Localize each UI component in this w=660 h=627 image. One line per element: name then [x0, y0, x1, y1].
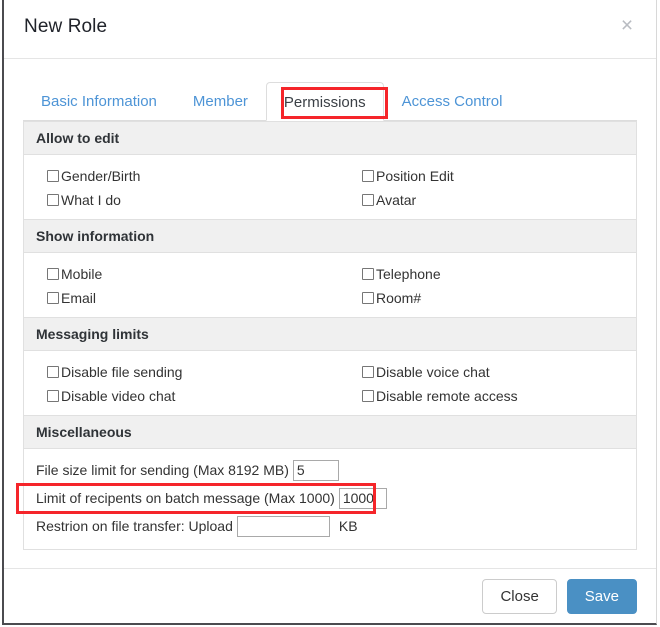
checkbox-box-icon[interactable] — [362, 365, 374, 378]
section-content: Mobile Telephone Email Room# — [24, 253, 636, 317]
checkbox-label: Disable remote access — [376, 387, 518, 404]
permissions-panel: Allow to edit Gender/Birth Position Edit… — [4, 121, 656, 568]
close-icon[interactable]: × — [614, 13, 640, 39]
checkbox-email[interactable]: Email — [24, 287, 339, 308]
checkbox-box-icon[interactable] — [47, 365, 59, 378]
batch-message-limit-input[interactable] — [338, 487, 387, 509]
dialog-header: New Role × — [4, 0, 656, 59]
row-file-size-limit: File size limit for sending (Max 8192 MB… — [24, 456, 636, 484]
page-title: New Role — [24, 16, 108, 37]
checkbox-box-icon[interactable] — [47, 267, 59, 280]
tab-bar: Basic Information Member Permissions Acc… — [23, 80, 637, 121]
checkbox-box-icon[interactable] — [362, 193, 374, 206]
checkbox-box-icon[interactable] — [47, 389, 59, 402]
checkbox-room-number[interactable]: Room# — [339, 287, 636, 308]
checkbox-what-i-do[interactable]: What I do — [24, 189, 339, 210]
file-transfer-upload-input[interactable] — [236, 515, 330, 537]
file-size-limit-label: File size limit for sending (Max 8192 MB… — [36, 462, 289, 478]
checkbox-label: Position Edit — [376, 167, 454, 184]
section-allow-to-edit: Allow to edit Gender/Birth Position Edit… — [23, 121, 637, 219]
checkbox-grid: Gender/Birth Position Edit What I do Ava… — [24, 165, 636, 210]
checkbox-label: Disable file sending — [61, 363, 183, 380]
checkbox-telephone[interactable]: Telephone — [339, 263, 636, 284]
checkbox-box-icon[interactable] — [47, 291, 59, 304]
checkbox-label: Mobile — [61, 265, 103, 282]
section-miscellaneous: Miscellaneous File size limit for sendin… — [23, 415, 637, 550]
batch-message-limit-label: Limit of recipents on batch message (Max… — [36, 490, 335, 506]
tab-access-control[interactable]: Access Control — [384, 81, 521, 120]
row-batch-message-limit: Limit of recipents on batch message (Max… — [24, 484, 636, 512]
section-title: Messaging limits — [24, 318, 636, 351]
checkbox-label: Email — [61, 289, 97, 306]
checkbox-box-icon[interactable] — [47, 193, 59, 206]
checkbox-mobile[interactable]: Mobile — [24, 263, 339, 284]
checkbox-label: Telephone — [376, 265, 441, 282]
checkbox-label: Room# — [376, 289, 422, 306]
section-content: File size limit for sending (Max 8192 MB… — [24, 449, 636, 549]
section-title: Show information — [24, 220, 636, 253]
section-show-information: Show information Mobile Telephone Email — [23, 219, 637, 317]
checkbox-grid: Mobile Telephone Email Room# — [24, 263, 636, 308]
section-content: Disable file sending Disable voice chat … — [24, 351, 636, 415]
checkbox-gender-birth[interactable]: Gender/Birth — [24, 165, 339, 186]
checkbox-label: Disable voice chat — [376, 363, 490, 380]
dialog-footer: Close Save — [4, 568, 656, 623]
checkbox-disable-video-chat[interactable]: Disable video chat — [24, 385, 339, 406]
checkbox-box-icon[interactable] — [362, 291, 374, 304]
checkbox-disable-voice-chat[interactable]: Disable voice chat — [339, 361, 636, 382]
row-file-transfer-upload: Restrion on file transfer: Upload KB — [24, 512, 636, 540]
file-transfer-unit-label: KB — [338, 518, 358, 534]
checkbox-box-icon[interactable] — [362, 267, 374, 280]
checkbox-box-icon[interactable] — [47, 169, 59, 182]
close-button[interactable]: Close — [482, 578, 557, 614]
section-title: Allow to edit — [24, 122, 636, 155]
tab-bar-wrapper: Basic Information Member Permissions Acc… — [4, 59, 656, 121]
checkbox-label: What I do — [61, 191, 121, 208]
section-messaging-limits: Messaging limits Disable file sending Di… — [23, 317, 637, 415]
checkbox-label: Disable video chat — [61, 387, 176, 404]
file-size-limit-input[interactable] — [292, 459, 339, 481]
section-title: Miscellaneous — [24, 416, 636, 449]
checkbox-label: Gender/Birth — [61, 167, 141, 184]
tab-member[interactable]: Member — [175, 81, 266, 120]
checkbox-position-edit[interactable]: Position Edit — [339, 165, 636, 186]
checkbox-box-icon[interactable] — [362, 169, 374, 182]
checkbox-box-icon[interactable] — [362, 389, 374, 402]
checkbox-disable-file-sending[interactable]: Disable file sending — [24, 361, 339, 382]
file-transfer-upload-label: Restrion on file transfer: Upload — [36, 518, 233, 534]
tab-permissions[interactable]: Permissions — [265, 82, 384, 121]
new-role-dialog: New Role × Basic Information Member Perm… — [2, 0, 657, 625]
section-content: Gender/Birth Position Edit What I do Ava… — [24, 155, 636, 219]
checkbox-label: Avatar — [376, 191, 417, 208]
checkbox-disable-remote-access[interactable]: Disable remote access — [339, 385, 636, 406]
checkbox-grid: Disable file sending Disable voice chat … — [24, 361, 636, 406]
save-button[interactable]: Save — [566, 578, 637, 614]
tab-basic-information[interactable]: Basic Information — [23, 81, 175, 120]
checkbox-avatar[interactable]: Avatar — [339, 189, 636, 210]
